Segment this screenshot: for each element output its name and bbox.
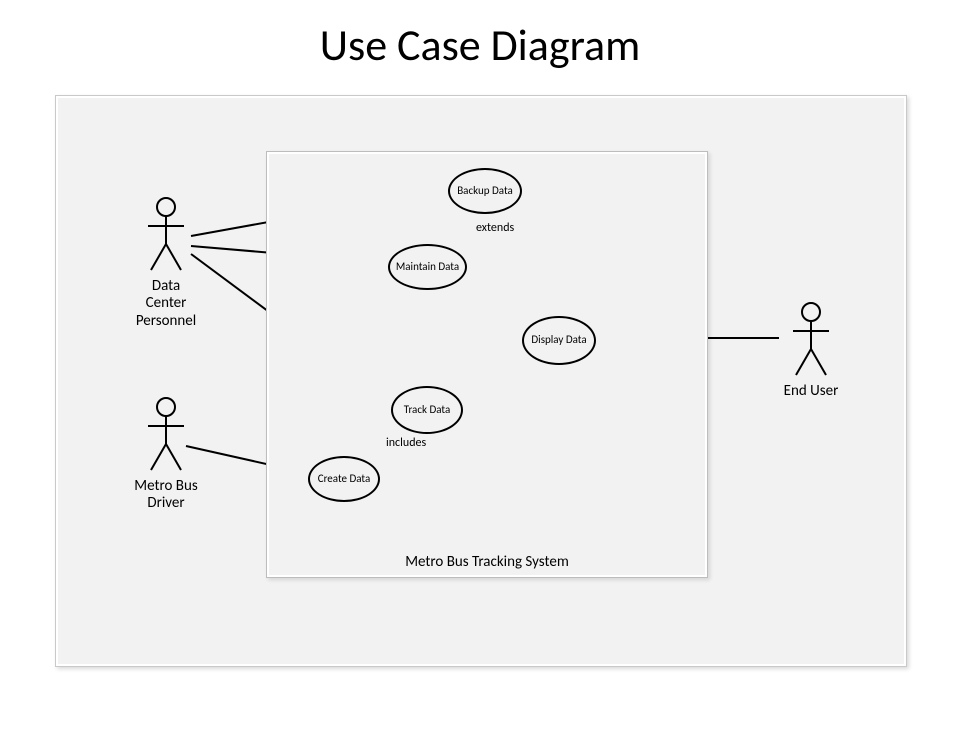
relationship-extends-label: extends [476,221,514,235]
person-icon [143,396,189,474]
use-case-display: Display Data [522,316,596,365]
relationship-includes-label: includes [386,436,426,450]
use-case-backup: Backup Data [448,168,522,214]
diagram-title: Use Case Diagram [0,18,960,72]
use-case-track: Track Data [391,386,463,434]
actor-label: Data Center Personnel [131,278,201,330]
actor-label: End User [776,383,846,400]
person-icon [143,196,189,274]
use-case-create: Create Data [308,456,380,502]
person-icon [788,301,834,379]
actor-end-user: End User [776,301,846,400]
actor-label: Metro Bus Driver [131,478,201,513]
diagram-frame: Metro Bus Tracking System Backup Data Ma… [55,95,907,667]
actor-metro-driver: Metro Bus Driver [131,396,201,513]
use-case-maintain: Maintain Data [388,244,467,290]
actor-data-center: Data Center Personnel [131,196,201,330]
system-boundary: Metro Bus Tracking System [266,151,708,578]
system-boundary-label: Metro Bus Tracking System [267,553,707,571]
